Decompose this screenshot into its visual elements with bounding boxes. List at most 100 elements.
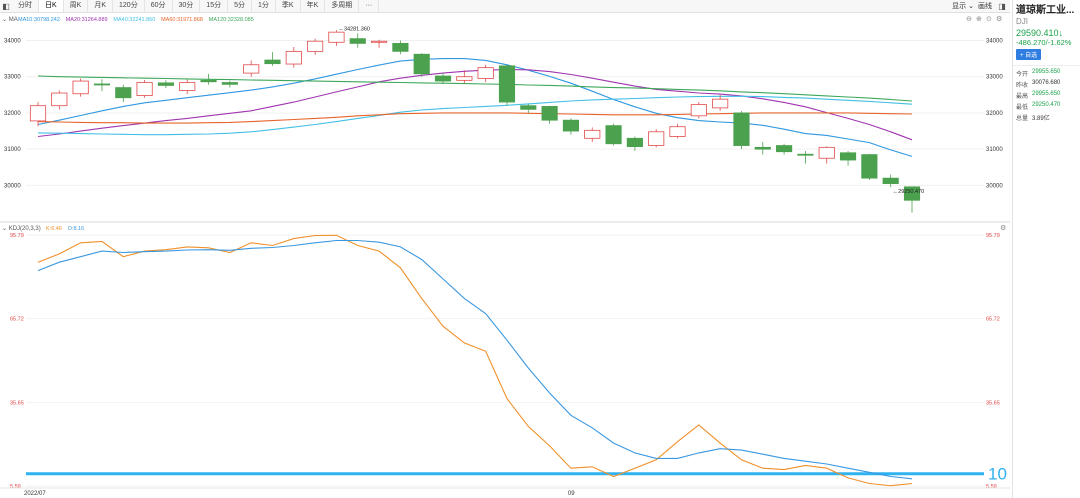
tab-period[interactable]: 季K [276, 0, 301, 12]
quote-row: 总量 3.89亿 [1013, 112, 1080, 123]
panel-toggle-icon[interactable]: ◨ [996, 1, 1008, 11]
price-tick-left: 33000 [4, 75, 21, 81]
candle [392, 40, 409, 55]
quote-row: 最低 29250.470 [1013, 101, 1080, 112]
kdj-settings-icon[interactable]: ⚙ [1000, 224, 1006, 232]
price-tick-right: 30000 [986, 183, 1003, 189]
candle [434, 73, 452, 84]
candle [349, 33, 366, 48]
candle-body [328, 31, 345, 43]
candle-body [307, 40, 324, 52]
candle-body [541, 106, 558, 121]
ma-legend: MA10:30798.242 MA20:31264.889 MA40:32241.8… [18, 17, 254, 23]
settings-icon[interactable]: ⚙ [996, 15, 1002, 23]
candle-body [29, 105, 47, 122]
chevron-down-icon: ⌄ [2, 226, 9, 232]
candle [243, 60, 260, 77]
ma-legend-item: MA60:31971.868 [161, 17, 203, 23]
chevron-down-icon: ⌄ [2, 17, 9, 23]
candle [157, 80, 174, 88]
index-code: DJI [1016, 17, 1028, 26]
add-watchlist-button[interactable]: + 自选 [1016, 49, 1042, 60]
candle [712, 94, 729, 111]
candle-body [456, 76, 473, 81]
candle [307, 38, 324, 55]
kdj-lines [37, 234, 913, 487]
candle [29, 102, 47, 127]
ma-line-ma20 [37, 68, 913, 141]
quote-sidebar: 道琼斯工业... DJI 29590.410↓ -486.270/-1.62% … [1012, 0, 1080, 498]
tab-period[interactable]: 60分 [145, 0, 173, 12]
candle-body [648, 131, 665, 146]
candle-body [626, 137, 643, 148]
kdj-tick-right: 5.59 [986, 484, 997, 490]
candle-body [584, 129, 601, 139]
candle [115, 84, 132, 103]
kdj-legend-title: ⌄ KDJ(20,3,3) [2, 226, 41, 232]
quote-label: 总量 [1016, 116, 1029, 122]
tab-period[interactable]: 周K [64, 0, 89, 12]
price-tick-left: 34000 [4, 38, 21, 44]
candle-body [200, 79, 217, 83]
tab-period[interactable]: 15分 [200, 0, 229, 12]
candle-body [861, 154, 878, 179]
candle [733, 111, 750, 150]
kdj-tick-left: 65.72 [10, 317, 24, 323]
candle [861, 153, 878, 180]
tab-period[interactable]: 月K [88, 0, 114, 12]
tab-period[interactable]: 120分 [113, 0, 145, 12]
reset-icon[interactable]: ⊙ [986, 16, 992, 23]
price-change: -486.270/-1.62% [1016, 38, 1072, 47]
kdj-legend-item: D:8.16 [68, 226, 84, 232]
display-menu[interactable]: 显示 ⌄ [952, 1, 974, 11]
candle [839, 150, 857, 166]
ma-legend-item: MA10:30798.242 [18, 17, 60, 23]
candle [413, 53, 430, 77]
tab-period[interactable]: 多周期 [325, 0, 360, 12]
quote-row: 今开 29955.650 [1013, 68, 1080, 79]
more-icon[interactable]: ··· [359, 0, 380, 12]
quote-value: 29250.470 [1032, 102, 1061, 108]
tab-period[interactable]: 1分 [252, 0, 276, 12]
candle [264, 52, 281, 66]
candle [370, 39, 388, 48]
tab-period[interactable]: 30分 [173, 0, 201, 12]
candle-body [370, 40, 388, 43]
candle-body [797, 153, 814, 156]
candle-body [776, 145, 793, 153]
quote-label: 最高 [1016, 94, 1029, 100]
draw-line-button[interactable]: 画线 [978, 1, 992, 11]
candle-body [115, 87, 132, 99]
zoom-in-icon[interactable]: ⊕ [976, 16, 982, 23]
candle [541, 105, 558, 124]
candle-body [264, 59, 281, 65]
price-annotations: ←34281.360 ←29250.470 [338, 26, 924, 195]
quote-label: 昨收 [1016, 83, 1029, 89]
tab-period[interactable]: 年K [301, 0, 326, 12]
kline-chart[interactable]: ⌄ MA MA10:30798.242 MA20:31264.889 MA40:32… [0, 12, 1010, 498]
panel-controls[interactable]: ⊖ ⊕ ⊙ ⚙ [966, 15, 1002, 23]
candle-body [179, 82, 196, 91]
candle [93, 79, 111, 92]
candle [754, 141, 771, 155]
candle-body [285, 50, 302, 65]
quote-row: 昨收 30076.680 [1013, 79, 1080, 90]
sidebar-toggle-icon[interactable]: ◧ [0, 1, 12, 11]
tab-period[interactable]: 日K [39, 0, 64, 12]
tab-period[interactable]: 分时 [12, 0, 39, 12]
price-tick-right: 31000 [986, 147, 1003, 153]
ma-legend-item: MA40:32241.860 [113, 17, 155, 23]
zoom-out-icon[interactable]: ⊖ [966, 16, 972, 23]
candle-body [733, 112, 750, 146]
candle-body [605, 125, 622, 145]
quote-value: 3.89亿 [1032, 116, 1050, 122]
candle-body [157, 82, 174, 86]
kdj-tick-right: 35.65 [986, 400, 1000, 406]
candle-body [562, 119, 580, 132]
tab-period[interactable]: 5分 [228, 0, 252, 12]
candle [498, 65, 516, 106]
kdj-tick-left: 35.65 [10, 400, 24, 406]
threshold-label: 10 [988, 465, 1007, 484]
chevron-down-icon: ⌄ [968, 3, 974, 10]
candle [669, 123, 686, 139]
